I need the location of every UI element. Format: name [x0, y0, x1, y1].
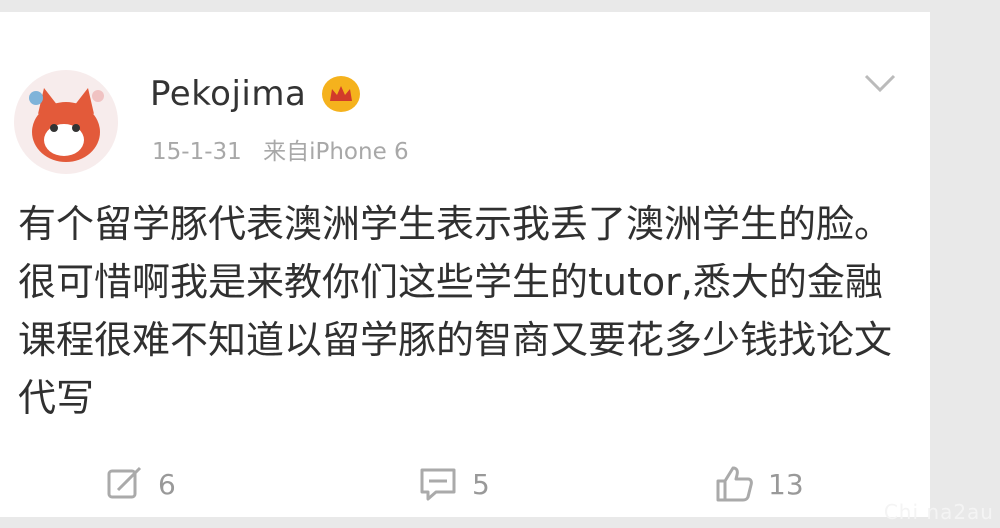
chevron-down-icon[interactable]: [862, 68, 898, 98]
repost-button[interactable]: 6: [106, 462, 176, 506]
post-date: 15-1-31: [152, 139, 242, 165]
cartoon-cat-avatar-icon: [29, 88, 104, 162]
repost-count: 6: [158, 467, 176, 501]
watermark: Chi na2au: [883, 500, 994, 524]
post-meta: 15-1-31 来自iPhone 6: [152, 132, 409, 166]
post-source[interactable]: 来自iPhone 6: [263, 139, 409, 165]
thumbs-up-icon: [716, 466, 753, 502]
like-button[interactable]: 13: [714, 462, 804, 506]
weibo-post-card: Pekojima 15-1-31 来自iPhone 6 有个留学豚代表澳洲学生表…: [0, 12, 930, 517]
avatar[interactable]: [14, 70, 118, 174]
like-count: 13: [768, 467, 804, 501]
comment-icon: [420, 468, 456, 501]
repost-icon: [107, 466, 142, 499]
post-text: 有个留学豚代表澳洲学生表示我丢了澳洲学生的脸。很可惜啊我是来教你们这些学生的tu…: [18, 202, 893, 420]
comment-count: 5: [472, 467, 490, 501]
username[interactable]: Pekojima: [150, 74, 306, 114]
crown-badge-icon: [322, 76, 360, 112]
comment-button[interactable]: 5: [418, 462, 490, 506]
action-bar: 6 5 13: [0, 462, 930, 506]
